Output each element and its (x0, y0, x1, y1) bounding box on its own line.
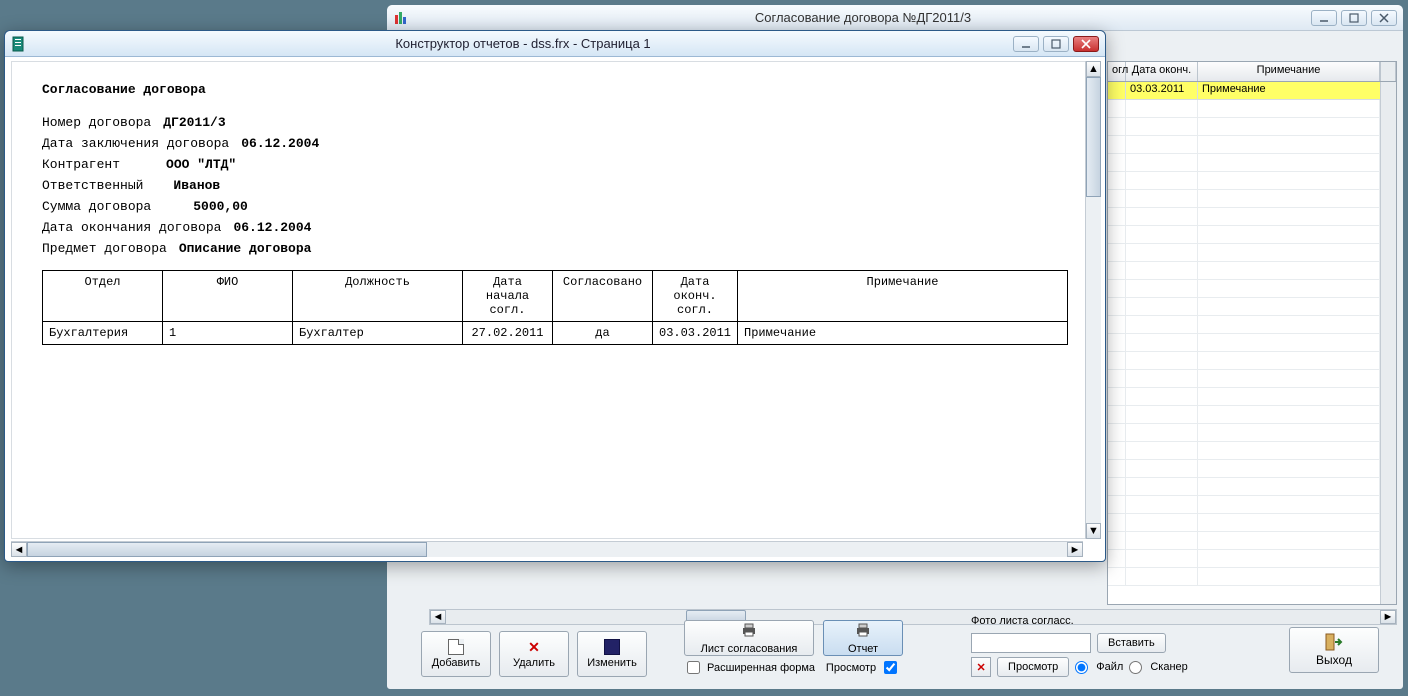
printer-icon (741, 622, 757, 641)
end-date-label: Дата окончания договора (42, 220, 221, 235)
report-minimize-button[interactable] (1013, 36, 1039, 52)
th-position: Должность (293, 271, 463, 322)
edit-icon (604, 639, 620, 655)
report-viewport[interactable]: Согласование договора Номер договора ДГ2… (11, 61, 1099, 539)
close-button[interactable] (1371, 10, 1397, 26)
photo-path-input[interactable] (971, 633, 1091, 653)
grid-col-end-date[interactable]: Дата оконч. (1126, 62, 1198, 81)
preview-label: Просмотр (826, 662, 876, 674)
grid-cell-note: Примечание (1198, 82, 1396, 100)
contract-number-value: ДГ2011/3 (163, 115, 225, 130)
delete-button-label: Удалить (513, 657, 555, 669)
th-start: Дата начала согл. (463, 271, 553, 322)
clear-photo-button[interactable]: ✕ (971, 657, 991, 677)
ext-form-checkbox[interactable] (687, 661, 700, 674)
maximize-button[interactable] (1341, 10, 1367, 26)
add-button[interactable]: Добавить (421, 631, 491, 677)
contract-number-label: Номер договора (42, 115, 151, 130)
report-hscrollbar[interactable]: ◄ ► (11, 541, 1083, 557)
td-note: Примечание (738, 322, 1068, 345)
contract-date-value: 06.12.2004 (241, 136, 319, 151)
report-page: Согласование договора Номер договора ДГ2… (12, 62, 1098, 365)
edit-button-label: Изменить (587, 657, 637, 669)
report-button-label: Отчет (848, 643, 878, 655)
report-close-button[interactable] (1073, 36, 1099, 52)
td-approved: да (553, 322, 653, 345)
grid-vscrollbar[interactable] (1380, 82, 1396, 604)
table-header-row: Отдел ФИО Должность Дата начала согл. Со… (43, 271, 1068, 322)
preview-checkbox[interactable] (884, 661, 897, 674)
td-start: 27.02.2011 (463, 322, 553, 345)
report-button[interactable]: Отчет (823, 620, 903, 656)
photo-label: Фото листа согласс. (971, 615, 1188, 627)
source-scanner-radio[interactable] (1129, 661, 1142, 674)
vscroll-top-arrow-icon[interactable] (1380, 62, 1396, 81)
td-end: 03.03.2011 (653, 322, 738, 345)
td-position: Бухгалтер (293, 322, 463, 345)
source-file-radio[interactable] (1075, 661, 1088, 674)
grid-header-row: огл Дата оконч. Примечание (1108, 62, 1396, 82)
report-vscrollbar[interactable]: ▲ ▼ (1085, 61, 1101, 539)
vscroll-up-arrow-icon[interactable]: ▲ (1086, 61, 1101, 77)
report-heading: Согласование договора (42, 82, 1068, 97)
amount-label: Сумма договора (42, 199, 151, 214)
approval-table: Отдел ФИО Должность Дата начала согл. Со… (42, 270, 1068, 345)
th-note: Примечание (738, 271, 1068, 322)
approval-window-title: Согласование договора №ДГ2011/3 (415, 10, 1311, 25)
printer-icon (855, 622, 871, 641)
grid-row-selected[interactable]: 03.03.2011 Примечание (1108, 82, 1396, 100)
minimize-button[interactable] (1311, 10, 1337, 26)
report-maximize-button[interactable] (1043, 36, 1069, 52)
approval-list-button[interactable]: Лист согласования (684, 620, 814, 656)
counterparty-label: Контрагент (42, 157, 120, 172)
td-fio: 1 (163, 322, 293, 345)
hscroll-thumb[interactable] (27, 542, 427, 557)
th-dept: Отдел (43, 271, 163, 322)
exit-door-icon (1325, 633, 1343, 651)
report-window-title: Конструктор отчетов - dss.frx - Страница… (33, 36, 1013, 51)
th-fio: ФИО (163, 271, 293, 322)
edit-button[interactable]: Изменить (577, 631, 647, 677)
approval-right-grid: огл Дата оконч. Примечание 03.03.2011 Пр… (1107, 61, 1397, 605)
add-button-label: Добавить (432, 657, 481, 669)
vscroll-thumb[interactable] (1086, 77, 1101, 197)
delete-x-icon: ✕ (526, 639, 542, 655)
td-dept: Бухгалтерия (43, 322, 163, 345)
hscroll-left-arrow-icon[interactable]: ◄ (11, 542, 27, 557)
hscroll-right-arrow-icon[interactable]: ► (1067, 542, 1083, 557)
th-end: Дата оконч. согл. (653, 271, 738, 322)
source-scanner-label: Сканер (1150, 661, 1187, 673)
th-approved: Согласовано (553, 271, 653, 322)
counterparty-value: ООО "ЛТД" (166, 157, 236, 172)
amount-value: 5000,00 (193, 199, 248, 214)
delete-button[interactable]: ✕ Удалить (499, 631, 569, 677)
grid-col-ogl[interactable]: огл (1108, 62, 1126, 81)
app-icon (393, 10, 409, 26)
table-row: Бухгалтерия 1 Бухгалтер 27.02.2011 да 03… (43, 322, 1068, 345)
exit-button-label: Выход (1316, 653, 1352, 667)
preview-photo-button[interactable]: Просмотр (997, 657, 1069, 677)
document-icon (11, 36, 27, 52)
source-file-label: Файл (1096, 661, 1123, 673)
bottom-toolbar: Добавить ✕ Удалить Изменить Лист согласо… (421, 615, 1397, 677)
subject-label: Предмет договора (42, 241, 167, 256)
end-date-value: 06.12.2004 (233, 220, 311, 235)
report-titlebar[interactable]: Конструктор отчетов - dss.frx - Страница… (5, 31, 1105, 57)
responsible-label: Ответственный (42, 178, 143, 193)
ext-form-label: Расширенная форма (707, 662, 815, 674)
vscroll-down-arrow-icon[interactable]: ▼ (1086, 523, 1101, 539)
approval-titlebar[interactable]: Согласование договора №ДГ2011/3 (387, 5, 1403, 31)
grid-cell-end-date: 03.03.2011 (1126, 82, 1198, 100)
new-document-icon (448, 639, 464, 655)
contract-date-label: Дата заключения договора (42, 136, 229, 151)
approval-list-button-label: Лист согласования (701, 643, 798, 655)
subject-value: Описание договора (179, 241, 312, 256)
responsible-value: Иванов (173, 178, 220, 193)
exit-button[interactable]: Выход (1289, 627, 1379, 673)
report-designer-window: Конструктор отчетов - dss.frx - Страница… (4, 30, 1106, 562)
insert-button[interactable]: Вставить (1097, 633, 1166, 653)
grid-col-note[interactable]: Примечание (1198, 62, 1380, 81)
